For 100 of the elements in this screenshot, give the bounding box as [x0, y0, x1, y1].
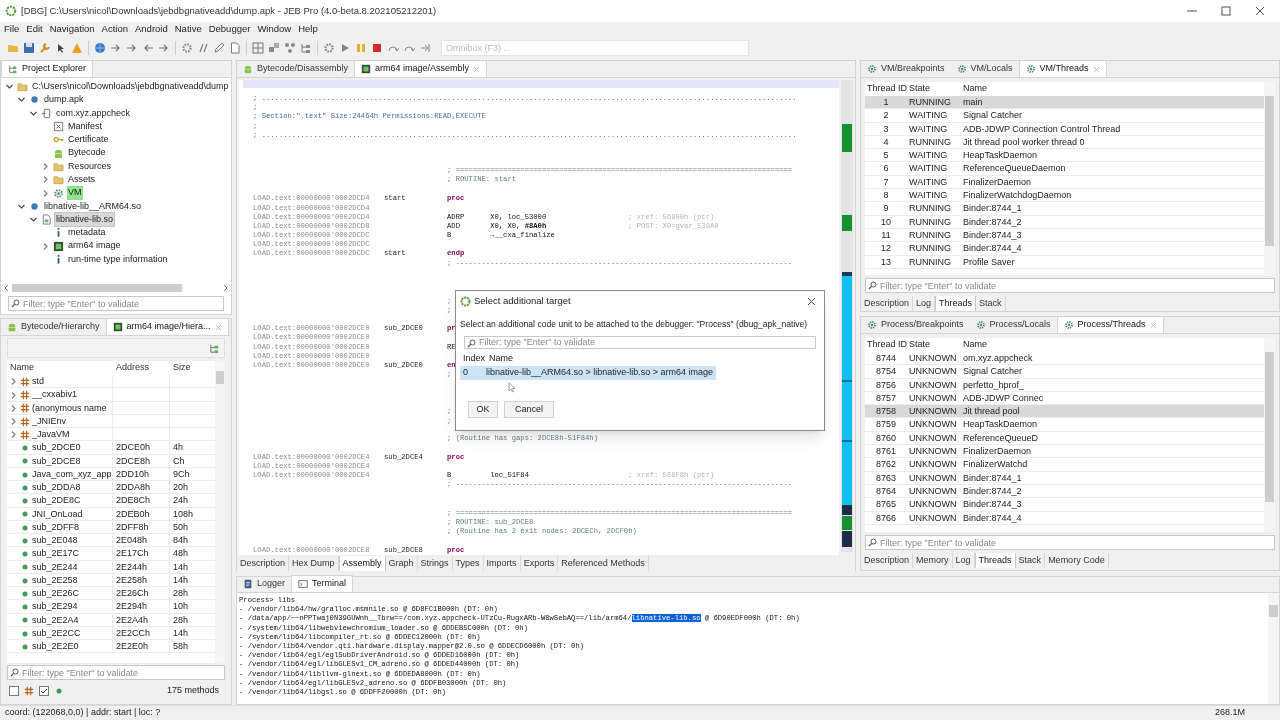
table-row[interactable]: 3 WAITING ADB-JDWP Connection Control Thread — [865, 122, 1264, 136]
filter-field[interactable]: Filter: type "Enter" to validate — [8, 296, 224, 311]
close-tab-icon[interactable] — [1092, 65, 1100, 73]
table-row[interactable]: 8766 UNKNOWN Binder:8744_4 — [865, 511, 1264, 525]
tab[interactable]: Memory — [913, 553, 953, 568]
close-tab-icon[interactable] — [473, 65, 481, 73]
chevron-down-icon[interactable] — [29, 215, 38, 225]
menu-item[interactable]: Navigation — [48, 22, 96, 37]
step-icon[interactable] — [419, 41, 431, 54]
table-row[interactable]: 8756 UNKNOWN perfetto_hprof_ — [865, 378, 1264, 392]
scrollbar-thumb[interactable] — [1269, 605, 1278, 617]
tree-item[interactable]: Bytecode — [67, 146, 107, 160]
table-row[interactable]: 8763 UNKNOWN Binder:8744_1 — [865, 471, 1264, 485]
chevron-right-icon[interactable] — [9, 390, 18, 400]
stop-icon[interactable] — [371, 41, 383, 54]
column-header[interactable]: Index — [460, 352, 486, 366]
document-icon[interactable] — [229, 41, 241, 54]
table-row[interactable]: 5 WAITING HeapTaskDaemon — [865, 149, 1264, 163]
table-row[interactable]: 0 libnative-lib__ARM64.so > libnative-lib.so > arm64 image — [460, 365, 716, 380]
scrollbar-thumb[interactable] — [12, 284, 182, 292]
tab[interactable]: arm64 image/Assembly — [354, 60, 488, 77]
table-row[interactable]: 6 WAITING ReferenceQueueDaemon — [865, 162, 1264, 176]
tree-icon[interactable] — [209, 342, 220, 354]
tree-item[interactable]: run-time type information — [67, 252, 169, 267]
arrow-left-icon[interactable] — [3, 284, 9, 292]
checkbox[interactable] — [9, 686, 19, 696]
table-row[interactable]: 1 RUNNING main — [865, 96, 1264, 110]
table-row[interactable]: 12 RUNNING Binder:8744_4 — [865, 242, 1264, 256]
scrollbar-thumb[interactable] — [1265, 352, 1274, 502]
globe-icon[interactable] — [94, 41, 106, 54]
tree-item[interactable]: arm64 image — [67, 239, 122, 253]
filter-field[interactable]: Filter: type "Enter" to validate — [865, 535, 1275, 550]
tree-item[interactable]: VM — [67, 186, 83, 200]
tab[interactable]: Graph — [385, 556, 418, 572]
column-header[interactable]: Thread ID — [865, 82, 907, 96]
menu-item[interactable]: Action — [100, 22, 129, 37]
tab[interactable]: Bytecode/Disassembly — [237, 61, 355, 77]
tab[interactable]: Stack — [1015, 553, 1046, 568]
tab[interactable]: Imports — [483, 556, 521, 572]
tab[interactable]: Hex Dump — [289, 556, 339, 572]
column-header[interactable]: Size — [170, 361, 215, 375]
table-row[interactable]: 8754 UNKNOWN Signal Catcher — [865, 365, 1264, 379]
chevron-right-icon[interactable] — [41, 188, 50, 198]
tab[interactable]: Project Explorer — [1, 60, 94, 77]
table-row[interactable]: 8760 UNKNOWN ReferenceQueueD — [865, 431, 1264, 446]
checkbox[interactable] — [39, 686, 49, 696]
tree-item[interactable]: dump.apk — [43, 93, 85, 107]
tab[interactable]: Description — [861, 296, 914, 311]
dialog-button[interactable]: OK — [468, 400, 498, 418]
tab[interactable]: Memory Code — [1045, 553, 1109, 568]
filter-field[interactable]: Filter: type "Enter" to validate — [865, 278, 1275, 293]
chevron-right-icon[interactable] — [9, 377, 18, 387]
table-row[interactable]: 13 RUNNING Profile Saver — [865, 255, 1264, 269]
tree-item[interactable]: Resources — [67, 159, 113, 174]
tab[interactable]: Types — [452, 556, 484, 572]
play-icon[interactable] — [339, 41, 351, 54]
tab[interactable]: Referenced Methods — [558, 556, 649, 572]
table-row[interactable]: 2 WAITING Signal Catcher — [865, 109, 1264, 123]
table-row[interactable]: 11 RUNNING Binder:8744_3 — [865, 228, 1264, 243]
table-row[interactable]: 8761 UNKNOWN FinalizerDaemon — [865, 445, 1264, 459]
tab[interactable]: Process/Breakpoints — [861, 317, 970, 333]
table-row[interactable]: 8 WAITING FinalizerWatchdogDaemon — [865, 189, 1264, 203]
tree-icon[interactable] — [300, 41, 312, 54]
filter-field[interactable]: Filter: type "Enter" to validate — [464, 335, 816, 349]
slash-icon[interactable] — [197, 41, 209, 54]
gear-icon[interactable] — [181, 41, 193, 54]
tab[interactable]: Assembly — [338, 556, 386, 572]
tab[interactable]: Bytecode/Hierarchy — [1, 319, 106, 335]
pause-icon[interactable] — [355, 41, 367, 54]
tree-item[interactable]: C:\Users\nicol\Downloads\jebdbgnativeadd\dump — [31, 79, 230, 94]
tree-item[interactable]: Manifest — [67, 119, 103, 134]
table-row[interactable]: 8759 UNKNOWN HeapTaskDaemon — [865, 418, 1264, 432]
pencil-icon[interactable] — [213, 41, 225, 54]
menu-item[interactable]: Native — [173, 22, 203, 37]
omnibox-field[interactable]: Omnibox (F3) ... — [441, 39, 749, 56]
filter-field[interactable]: Filter: type "Enter" to validate — [7, 665, 225, 680]
table-row[interactable]: 4 RUNNING Jit thread pool worker thread 0 — [865, 135, 1264, 150]
tab[interactable]: Strings — [417, 556, 453, 572]
arrow-right-icon[interactable] — [223, 284, 229, 292]
tree-item[interactable]: libnative-lib__ARM64.so — [43, 199, 143, 214]
tab[interactable]: Threads — [974, 553, 1016, 568]
save-icon[interactable] — [23, 41, 35, 54]
chevron-right-icon[interactable] — [9, 403, 18, 413]
chevron-right-icon[interactable] — [41, 241, 50, 251]
column-header[interactable]: State — [907, 338, 961, 352]
tab[interactable]: Logger — [237, 576, 292, 592]
menu-item[interactable]: Edit — [25, 22, 44, 37]
dialog-button[interactable]: Cancel — [504, 400, 554, 418]
column-header[interactable]: Name — [961, 82, 1264, 96]
tab[interactable]: VM/Threads — [1018, 60, 1107, 77]
tree-item[interactable]: libnative-lib.so — [55, 212, 115, 227]
table-row[interactable]: 9 RUNNING Binder:8744_1 — [865, 202, 1264, 216]
tab[interactable]: Exports — [520, 556, 559, 572]
column-header[interactable]: State — [907, 82, 961, 96]
chevron-down-icon[interactable] — [17, 95, 26, 105]
tab[interactable]: arm64 image/Hiera... — [105, 318, 229, 335]
tree-item[interactable]: Certificate — [67, 133, 110, 147]
column-header[interactable]: Name — [486, 352, 716, 366]
table-row[interactable]: 10 RUNNING Binder:8744_2 — [865, 215, 1264, 229]
tab[interactable]: Stack — [976, 296, 1006, 311]
